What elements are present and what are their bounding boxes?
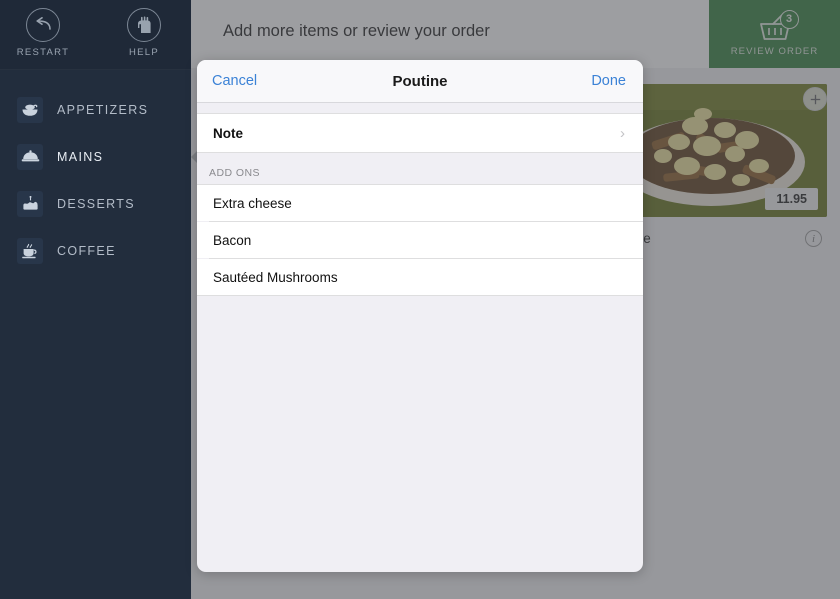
- sidebar-item-label: COFFEE: [57, 243, 116, 258]
- addon-label: Extra cheese: [213, 195, 292, 211]
- note-list-block: Note ›: [197, 113, 643, 153]
- soup-bowl-icon: [17, 96, 43, 123]
- cake-icon: [17, 190, 43, 217]
- sidebar: RESTART HELP APPETIZERS MAINS DESSERTS C…: [0, 0, 200, 599]
- item-options-modal: Cancel Poutine Done Note › ADD ONS Extra…: [197, 60, 643, 572]
- note-row-label: Note: [213, 125, 243, 141]
- sidebar-item-mains[interactable]: MAINS: [0, 133, 200, 180]
- help-button[interactable]: HELP: [106, 8, 182, 58]
- sidebar-item-label: APPETIZERS: [57, 102, 149, 117]
- sidebar-item-appetizers[interactable]: APPETIZERS: [0, 86, 191, 133]
- sidebar-item-coffee[interactable]: COFFEE: [0, 227, 191, 274]
- addon-row-bacon[interactable]: Bacon: [197, 222, 643, 258]
- addons-section-title: ADD ONS: [197, 153, 643, 184]
- coffee-cup-icon: [17, 237, 43, 264]
- modal-header: Cancel Poutine Done: [197, 60, 643, 103]
- sidebar-item-desserts[interactable]: DESSERTS: [0, 180, 191, 227]
- sidebar-nav: APPETIZERS MAINS DESSERTS COFFEE: [0, 70, 200, 274]
- food-cloche-icon: [17, 143, 43, 170]
- addon-row-extra-cheese[interactable]: Extra cheese: [197, 185, 643, 221]
- addon-label: Bacon: [213, 232, 252, 248]
- cancel-button[interactable]: Cancel: [212, 73, 257, 89]
- addon-label: Sautéed Mushrooms: [213, 269, 338, 285]
- note-row[interactable]: Note ›: [197, 114, 643, 152]
- back-arrow-icon: [26, 8, 60, 42]
- modal-title: Poutine: [392, 72, 448, 90]
- addon-row-sauteed-mushrooms[interactable]: Sautéed Mushrooms: [197, 259, 643, 295]
- sidebar-top-actions: RESTART HELP: [0, 0, 191, 70]
- chevron-right-icon: ›: [620, 124, 625, 142]
- restart-button[interactable]: RESTART: [5, 8, 81, 58]
- kiosk-app: Add more items or review your order 3 RE…: [0, 0, 840, 599]
- sidebar-item-label: MAINS: [57, 149, 104, 164]
- restart-label: RESTART: [16, 47, 70, 58]
- addons-list: Extra cheese Bacon Sautéed Mushrooms: [197, 184, 643, 296]
- help-label: HELP: [128, 47, 160, 58]
- sidebar-item-label: DESSERTS: [57, 196, 135, 211]
- done-button[interactable]: Done: [591, 73, 626, 89]
- modal-spacer-top: [197, 103, 643, 113]
- raised-hand-icon: [127, 8, 161, 42]
